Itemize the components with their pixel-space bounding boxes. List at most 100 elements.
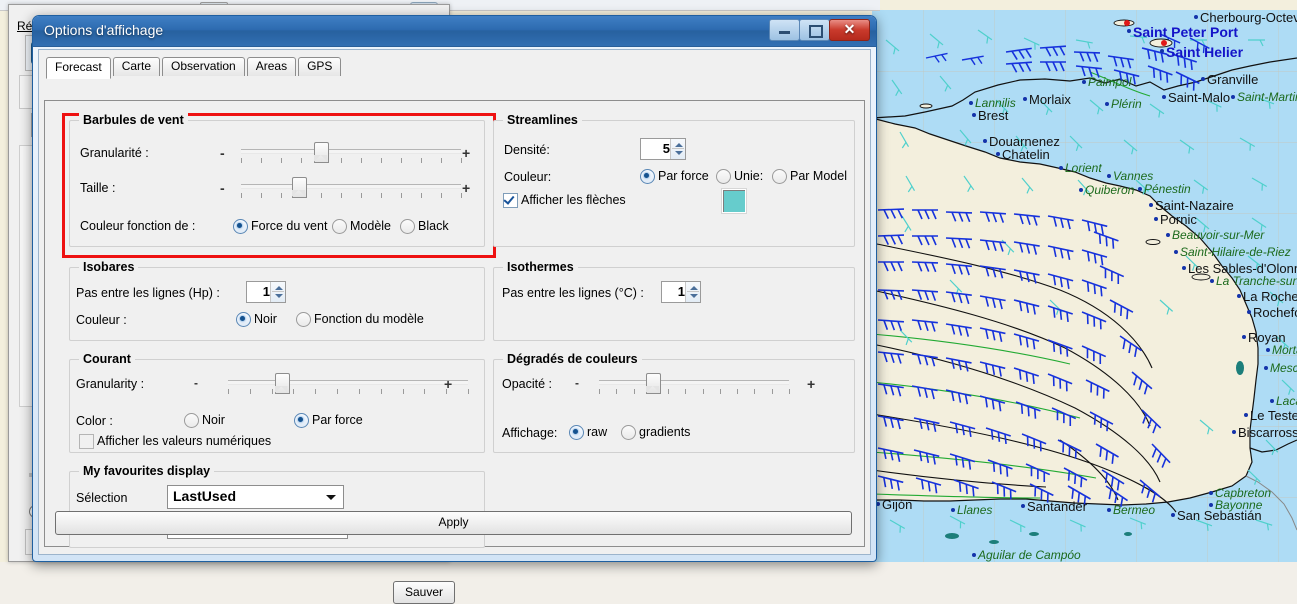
selection-value: LastUsed xyxy=(173,488,236,504)
granularite-slider[interactable] xyxy=(241,143,461,159)
isobares-pas-label: Pas entre les lignes (Hp) : xyxy=(76,286,220,300)
radio-courant-par-force[interactable] xyxy=(294,413,309,428)
map-city-dot xyxy=(1194,15,1198,19)
afficher-fleches-label: Afficher les flèches xyxy=(521,193,626,207)
slider-thumb[interactable] xyxy=(292,177,307,198)
slider-thumb[interactable] xyxy=(646,373,661,394)
densite-spinner-arrows[interactable] xyxy=(670,139,685,159)
radio-isobares-noir-label: Noir xyxy=(254,312,277,326)
courant-granularity-label: Granularity : xyxy=(76,377,144,391)
map-city-dot xyxy=(1182,266,1186,270)
maximize-button[interactable] xyxy=(799,19,830,41)
radio-courant-par-force-label: Par force xyxy=(312,413,363,427)
map-city-dot xyxy=(1237,294,1241,298)
dialog-title-bar[interactable]: Options d'affichage ✕ xyxy=(33,16,876,47)
streamlines-color-swatch[interactable] xyxy=(722,189,746,213)
map-city-dot xyxy=(1127,29,1131,33)
slider-ticks xyxy=(228,389,468,395)
radio-force-du-vent[interactable] xyxy=(233,219,248,234)
map-city-dot xyxy=(1154,217,1158,221)
isobares-couleur-label: Couleur : xyxy=(76,313,127,327)
taille-minus[interactable]: - xyxy=(220,180,225,196)
isobares-pas-spinner[interactable]: 1 xyxy=(246,281,286,303)
densite-spinner[interactable]: 5 xyxy=(640,138,686,160)
affichage-label: Affichage: xyxy=(502,426,557,440)
granularite-minus[interactable]: - xyxy=(220,145,225,161)
radio-courant-noir[interactable] xyxy=(184,413,199,428)
selection-label: Sélection xyxy=(76,491,127,505)
map-city-dot xyxy=(1231,95,1235,99)
opacite-plus[interactable]: + xyxy=(807,376,815,392)
densite-label: Densité: xyxy=(504,143,550,157)
options-dialog: Options d'affichage ✕ Forecast Carte Obs… xyxy=(32,15,877,562)
map-city-dot xyxy=(969,101,973,105)
map-city-dot xyxy=(1210,279,1214,283)
radio-force-du-vent-label: Force du vent xyxy=(251,219,327,233)
granularite-plus[interactable]: + xyxy=(462,145,470,161)
favourites-title: My favourites display xyxy=(79,464,214,478)
streamlines-title: Streamlines xyxy=(503,113,582,127)
map-city-dot xyxy=(1138,187,1142,191)
apply-button[interactable]: Apply xyxy=(55,511,852,535)
courant-granularity-slider[interactable] xyxy=(228,374,468,390)
slider-track xyxy=(228,380,468,385)
close-button[interactable]: ✕ xyxy=(829,19,870,41)
radio-par-force-label: Par force xyxy=(658,169,709,183)
tab-gps[interactable]: GPS xyxy=(298,57,341,76)
radio-gradients-label: gradients xyxy=(639,425,690,439)
group-degrades-de-couleurs: Dégradés de couleurs Opacité : - + Affic… xyxy=(493,359,855,453)
opacite-slider[interactable] xyxy=(599,374,789,390)
isothermes-spinner-arrows[interactable] xyxy=(685,282,700,302)
radio-raw[interactable] xyxy=(569,425,584,440)
checkbox-afficher-fleches[interactable] xyxy=(503,193,518,208)
courant-plus[interactable]: + xyxy=(444,376,452,392)
taille-plus[interactable]: + xyxy=(462,180,470,196)
isothermes-pas-value: 1 xyxy=(662,284,685,299)
forecast-tab-panel: Barbules de vent Granularité : - + Taill… xyxy=(44,100,865,547)
slider-track xyxy=(241,184,461,189)
tab-forecast[interactable]: Forecast xyxy=(46,57,111,79)
radio-isobares-noir[interactable] xyxy=(236,312,251,327)
taille-slider[interactable] xyxy=(241,178,461,194)
densite-value: 5 xyxy=(641,141,670,156)
group-my-favourites-display: My favourites display Sélection LastUsed… xyxy=(69,471,485,548)
courant-minus[interactable]: - xyxy=(194,376,198,390)
courant-title: Courant xyxy=(79,352,135,366)
tab-areas[interactable]: Areas xyxy=(247,57,296,76)
map-city-dot xyxy=(1266,348,1270,352)
isothermes-pas-spinner[interactable]: 1 xyxy=(661,281,701,303)
map-city-dot xyxy=(1264,366,1268,370)
checkbox-valeurs-numeriques[interactable] xyxy=(79,434,94,449)
radio-black[interactable] xyxy=(400,219,415,234)
close-icon: ✕ xyxy=(830,21,869,38)
map-city-dot xyxy=(1082,80,1086,84)
tab-carte[interactable]: Carte xyxy=(113,57,160,76)
group-isothermes: Isothermes Pas entre les lignes (°C) : 1 xyxy=(493,267,855,341)
selection-combo[interactable]: LastUsed xyxy=(167,485,344,509)
opacite-minus[interactable]: - xyxy=(575,376,579,390)
group-barbules-de-vent: Barbules de vent Granularité : - + Taill… xyxy=(69,120,485,247)
minimize-button[interactable] xyxy=(769,19,800,41)
radio-unie[interactable] xyxy=(716,169,731,184)
slider-thumb[interactable] xyxy=(275,373,290,394)
spinner-up-icon xyxy=(690,286,698,290)
radio-black-label: Black xyxy=(418,219,449,233)
isobares-spinner-arrows[interactable] xyxy=(270,282,285,302)
map-city-dot xyxy=(1160,49,1164,53)
radio-par-model[interactable] xyxy=(772,169,787,184)
tab-observation[interactable]: Observation xyxy=(162,57,245,76)
radio-fonction-du-modele[interactable] xyxy=(296,312,311,327)
sauver-button[interactable]: Sauver xyxy=(393,581,455,604)
map-city-dot xyxy=(972,553,976,557)
slider-thumb[interactable] xyxy=(314,142,329,163)
map-city-dot xyxy=(996,152,1000,156)
radio-modele-label: Modèle xyxy=(350,219,391,233)
radio-gradients[interactable] xyxy=(621,425,636,440)
map-city-dot xyxy=(1107,508,1111,512)
dialog-title: Options d'affichage xyxy=(44,22,163,38)
spinner-up-icon xyxy=(275,286,283,290)
opacite-label: Opacité : xyxy=(502,377,552,391)
radio-par-force[interactable] xyxy=(640,169,655,184)
radio-modele[interactable] xyxy=(332,219,347,234)
spinner-down-icon xyxy=(690,294,698,298)
